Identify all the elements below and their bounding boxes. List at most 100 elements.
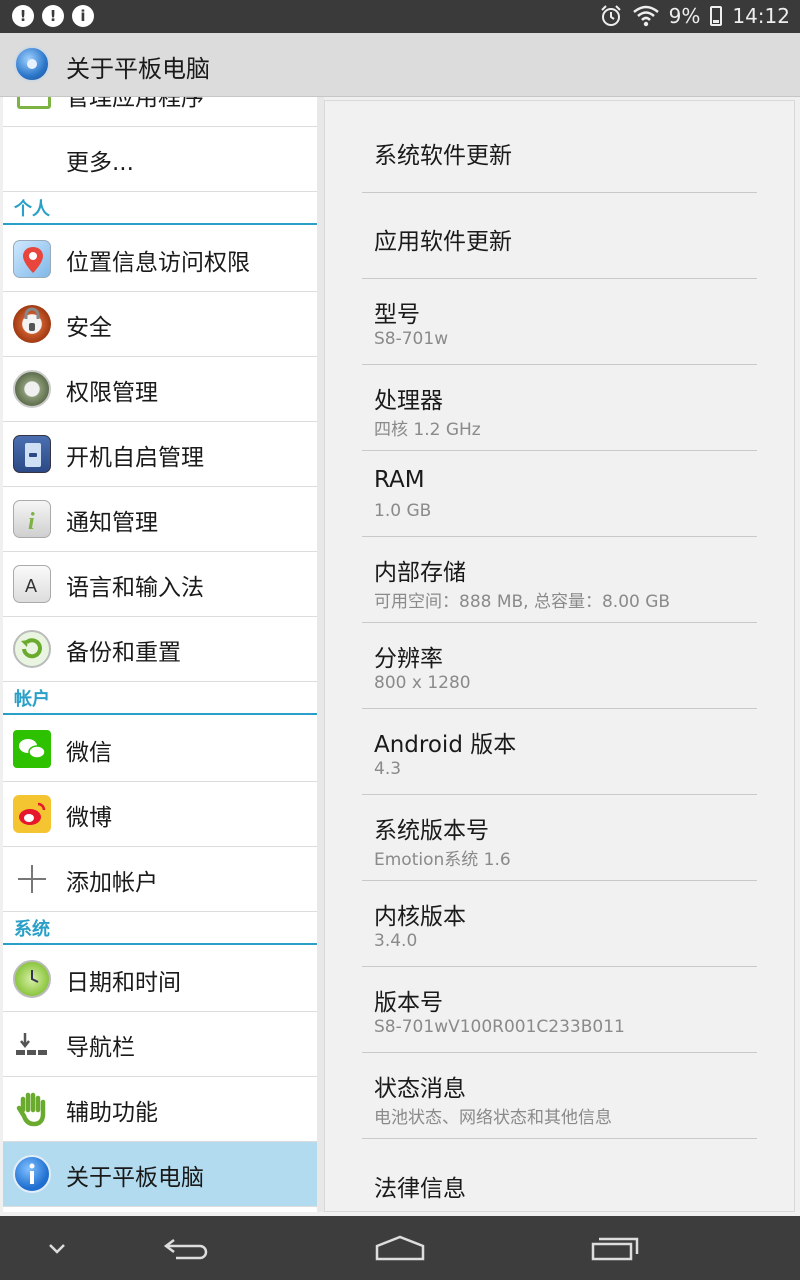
list-item-wechat[interactable]: 微信 xyxy=(3,717,317,782)
pref-title: 内部存储 xyxy=(374,560,466,586)
clock-icon xyxy=(13,960,51,998)
pref-model[interactable]: 型号 S8-701w xyxy=(362,279,757,365)
pref-summary: S8-701wV100R001C233B011 xyxy=(374,1017,625,1037)
pref-summary: 4.3 xyxy=(374,759,402,779)
notification-icon: ! xyxy=(12,5,34,27)
list-item-about-tablet[interactable]: 关于平板电脑 xyxy=(3,1142,317,1207)
list-item-language[interactable]: A 语言和输入法 xyxy=(3,552,317,617)
pref-legal-info[interactable]: 法律信息 xyxy=(362,1139,757,1211)
list-item-label: 管理应用程序 xyxy=(66,97,204,111)
list-item-label: 添加帐户 xyxy=(66,870,158,896)
pref-summary: Emotion系统 1.6 xyxy=(374,850,511,870)
pref-title: 状态消息 xyxy=(374,1076,466,1102)
pref-summary: 3.4.0 xyxy=(374,931,418,951)
backup-icon xyxy=(13,630,51,668)
hand-icon xyxy=(13,1090,51,1128)
list-item-label: 语言和输入法 xyxy=(66,575,204,601)
pref-summary: 800 x 1280 xyxy=(374,673,471,693)
pref-status[interactable]: 状态消息 电池状态、网络状态和其他信息 xyxy=(362,1053,757,1139)
back-icon[interactable] xyxy=(162,1232,212,1264)
pref-build-number[interactable]: 版本号 S8-701wV100R001C233B011 xyxy=(362,967,757,1053)
pref-storage[interactable]: 内部存储 可用空间：888 MB, 总容量：8.00 GB xyxy=(362,537,757,623)
pref-summary: 可用空间：888 MB, 总容量：8.00 GB xyxy=(374,592,671,612)
list-item-label: 导航栏 xyxy=(66,1035,135,1061)
notification-icon: ! xyxy=(42,5,64,27)
pref-title: Android 版本 xyxy=(374,732,517,758)
pref-kernel-version[interactable]: 内核版本 3.4.0 xyxy=(362,881,757,967)
info-icon xyxy=(13,1155,51,1193)
lock-icon xyxy=(13,305,51,343)
location-icon xyxy=(13,240,51,278)
list-item-label: 安全 xyxy=(66,315,112,341)
startup-icon xyxy=(13,435,51,473)
list-item-permissions[interactable]: 权限管理 xyxy=(3,357,317,422)
list-item-accessibility[interactable]: 辅助功能 xyxy=(3,1077,317,1142)
list-item-date-time[interactable]: 日期和时间 xyxy=(3,947,317,1012)
list-item-apps[interactable]: 管理应用程序 xyxy=(3,97,317,127)
list-item-label: 微博 xyxy=(66,805,112,831)
section-header-accounts: 帐户 xyxy=(3,682,317,715)
pref-android-version[interactable]: Android 版本 4.3 xyxy=(362,709,757,795)
list-item-security[interactable]: 安全 xyxy=(3,292,317,357)
pref-title: 版本号 xyxy=(374,990,443,1016)
list-item-more[interactable]: 更多... xyxy=(3,127,317,192)
list-item-weibo[interactable]: 微博 xyxy=(3,782,317,847)
pref-system-update[interactable]: 系统软件更新 xyxy=(362,107,757,193)
plus-icon xyxy=(13,860,51,898)
hide-keyboard-icon[interactable] xyxy=(46,1232,68,1264)
list-item-label: 日期和时间 xyxy=(66,970,181,996)
list-item-label: 更多... xyxy=(66,150,134,176)
permission-icon xyxy=(13,370,51,408)
pref-title: 内核版本 xyxy=(374,904,466,930)
list-item-backup[interactable]: 备份和重置 xyxy=(3,617,317,682)
home-icon[interactable] xyxy=(374,1232,426,1264)
apps-icon xyxy=(17,97,51,109)
alarm-icon xyxy=(600,5,621,26)
pref-summary: 电池状态、网络状态和其他信息 xyxy=(374,1108,612,1128)
section-header-system: 系统 xyxy=(3,912,317,945)
pref-title: 型号 xyxy=(374,302,420,328)
list-item-label: 开机自启管理 xyxy=(66,445,204,471)
list-item-navbar[interactable]: 导航栏 xyxy=(3,1012,317,1077)
navbar-icon xyxy=(13,1025,51,1063)
section-header-personal: 个人 xyxy=(3,192,317,225)
action-bar: 关于平板电脑 xyxy=(0,33,800,97)
page-title: 关于平板电脑 xyxy=(66,55,210,83)
pref-title: 法律信息 xyxy=(374,1176,466,1202)
pref-title: 处理器 xyxy=(374,388,443,414)
pref-summary: 四核 1.2 GHz xyxy=(374,420,481,440)
language-icon: A xyxy=(13,565,51,603)
status-bar: ! ! i 9% 14:12 xyxy=(0,0,800,33)
about-details-pane[interactable]: 系统软件更新 应用软件更新 型号 S8-701w 处理器 四核 1.2 GHz … xyxy=(324,100,795,1212)
pref-summary: 1.0 GB xyxy=(374,501,432,521)
list-item-add-account[interactable]: 添加帐户 xyxy=(3,847,317,912)
pref-summary: S8-701w xyxy=(374,329,449,349)
list-item-location[interactable]: 位置信息访问权限 xyxy=(3,227,317,292)
settings-icon[interactable] xyxy=(14,46,50,82)
pref-title: 系统版本号 xyxy=(374,818,489,844)
battery-percent: 9% xyxy=(668,4,701,28)
list-item-startup[interactable]: 开机自启管理 xyxy=(3,422,317,487)
wechat-icon xyxy=(13,730,51,768)
pref-processor[interactable]: 处理器 四核 1.2 GHz xyxy=(362,365,757,451)
navigation-bar xyxy=(0,1216,800,1280)
list-item-notification[interactable]: i 通知管理 xyxy=(3,487,317,552)
list-item-label: 关于平板电脑 xyxy=(66,1165,204,1191)
pref-system-build[interactable]: 系统版本号 Emotion系统 1.6 xyxy=(362,795,757,881)
notification-icon: i xyxy=(13,500,51,538)
list-item-label: 备份和重置 xyxy=(66,640,181,666)
info-icon: i xyxy=(72,5,94,27)
pane-divider xyxy=(317,97,324,1212)
svg-text:i: i xyxy=(28,509,35,535)
pref-app-update[interactable]: 应用软件更新 xyxy=(362,193,757,279)
recents-icon[interactable] xyxy=(590,1232,640,1264)
pref-title: 应用软件更新 xyxy=(374,229,512,255)
list-item-label: 通知管理 xyxy=(66,510,158,536)
pref-resolution[interactable]: 分辨率 800 x 1280 xyxy=(362,623,757,709)
list-item-label: 位置信息访问权限 xyxy=(66,250,250,276)
weibo-icon xyxy=(13,795,51,833)
pref-title: 系统软件更新 xyxy=(374,143,512,169)
settings-list[interactable]: 管理应用程序 更多... 个人 位置信息访问权限 安全 权限管理 开机自启管理 … xyxy=(3,97,317,1212)
pref-ram[interactable]: RAM 1.0 GB xyxy=(362,451,757,537)
pref-title: RAM xyxy=(374,467,425,493)
